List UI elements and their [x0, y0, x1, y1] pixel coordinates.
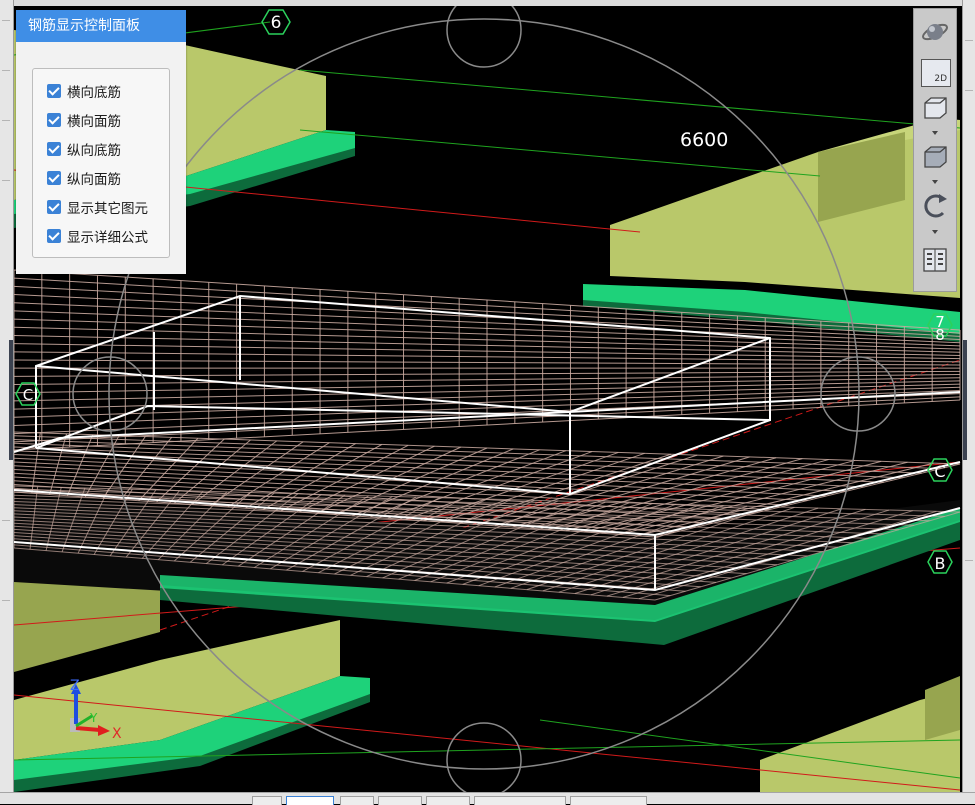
option-label: 横向底筋 — [67, 85, 121, 101]
checkbox-checked-icon[interactable] — [47, 142, 61, 156]
option-label: 显示其它图元 — [67, 201, 148, 217]
checkbox-checked-icon[interactable] — [47, 229, 61, 243]
view-3d-wire-button[interactable] — [919, 93, 951, 123]
layout-button[interactable] — [919, 245, 951, 275]
rotate-icon — [924, 194, 947, 218]
checkbox-checked-icon[interactable] — [47, 171, 61, 185]
bottom-tab[interactable] — [570, 796, 647, 805]
bottom-tab[interactable] — [340, 796, 374, 805]
option-transverse-bottom-rebar[interactable]: 横向底筋 — [47, 81, 121, 101]
axis-label-c-right: C — [934, 462, 945, 481]
left-splitter-handle[interactable] — [9, 340, 13, 460]
2d-view-icon: 2D — [934, 74, 947, 84]
view-2d-button[interactable]: 2D — [921, 59, 951, 87]
axis-label-6: 6 — [271, 13, 282, 33]
right-splitter-handle[interactable] — [963, 340, 967, 460]
bottom-tab[interactable] — [426, 796, 470, 805]
axis-label-c-left: C — [23, 386, 33, 404]
option-show-detailed-formula[interactable]: 显示详细公式 — [47, 226, 148, 246]
option-transverse-top-rebar[interactable]: 横向面筋 — [47, 110, 121, 130]
option-label: 显示详细公式 — [67, 230, 148, 246]
gizmo-z-label: Z — [70, 678, 80, 694]
option-label: 纵向底筋 — [67, 143, 121, 159]
view-3d-solid-button[interactable] — [919, 142, 951, 172]
option-label: 横向面筋 — [67, 114, 121, 130]
bottom-tab-active[interactable] — [286, 796, 334, 805]
checkbox-checked-icon[interactable] — [47, 113, 61, 127]
bottom-tab-strip — [0, 792, 975, 805]
gizmo-y-label: Y — [89, 711, 98, 725]
rebar-display-control-panel: 钢筋显示控制面板 横向底筋 横向面筋 纵向底筋 纵向面筋 显示其它图元 显示详细… — [16, 10, 186, 274]
bottom-tab[interactable] — [474, 796, 566, 805]
bottom-tab[interactable] — [252, 796, 282, 805]
axis-label-8: 8 — [935, 326, 945, 344]
rotate-button[interactable] — [919, 191, 951, 221]
checkbox-checked-icon[interactable] — [47, 200, 61, 214]
option-label: 纵向面筋 — [67, 172, 121, 188]
axis-label-b: B — [935, 554, 946, 573]
option-longitudinal-top-rebar[interactable]: 纵向面筋 — [47, 168, 121, 188]
checkbox-checked-icon[interactable] — [47, 84, 61, 98]
view-toolbar: 2D — [913, 8, 957, 292]
layout-icon — [923, 248, 947, 272]
gizmo-x-label: X — [112, 726, 122, 742]
right-side-panel-edge — [962, 0, 975, 792]
3d-solid-view-icon — [924, 146, 947, 168]
option-longitudinal-bottom-rebar[interactable]: 纵向底筋 — [47, 139, 121, 159]
orbit-icon — [922, 23, 948, 41]
top-border — [0, 0, 975, 6]
left-side-panel-edge — [0, 0, 14, 792]
3d-box-view-icon — [924, 97, 947, 119]
option-show-other-elements[interactable]: 显示其它图元 — [47, 197, 148, 217]
dimension-label: 6600 — [680, 129, 728, 151]
orbit-button[interactable] — [919, 17, 951, 47]
panel-title: 钢筋显示控制面板 — [16, 10, 186, 42]
options-group: 横向底筋 横向面筋 纵向底筋 纵向面筋 显示其它图元 显示详细公式 — [32, 68, 170, 258]
bottom-tab[interactable] — [378, 796, 422, 805]
